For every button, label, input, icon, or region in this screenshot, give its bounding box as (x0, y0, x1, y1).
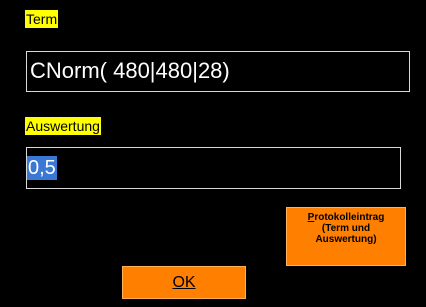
term-label: Term (25, 10, 59, 28)
protokolleintrag-button[interactable]: Protokolleintrag (Term und Auswertung) (286, 207, 406, 266)
protokolleintrag-label-line1: Protokolleintrag (287, 212, 405, 223)
auswertung-field[interactable]: 0,5 (26, 147, 401, 189)
auswertung-value: 0,5 (27, 156, 57, 180)
protokolleintrag-label-rest: rotokolleintrag (314, 212, 385, 223)
ok-button[interactable]: OK (122, 266, 246, 299)
term-value: CNorm( 480|480|28) (30, 58, 230, 83)
ok-button-label: OK (172, 274, 196, 291)
auswertung-label: Auswertung (25, 117, 101, 135)
protokolleintrag-label-line3: Auswertung) (315, 234, 377, 245)
protokolleintrag-label-line2: (Term und (321, 223, 371, 234)
term-field[interactable]: CNorm( 480|480|28) (26, 51, 410, 92)
